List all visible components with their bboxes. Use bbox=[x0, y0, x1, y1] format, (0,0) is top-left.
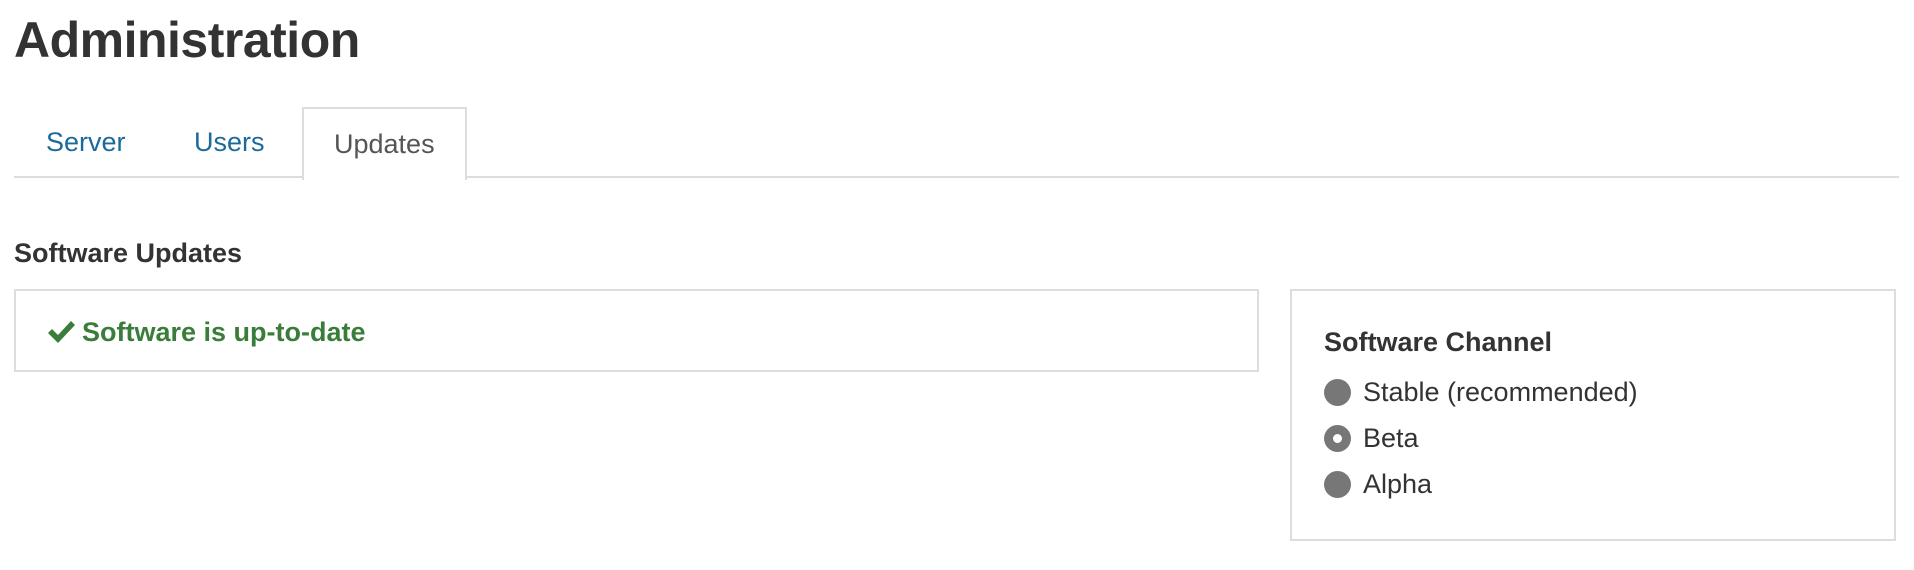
radio-beta[interactable] bbox=[1324, 424, 1351, 452]
channel-option-stable[interactable]: Stable (recommended) bbox=[1324, 375, 1638, 409]
update-status-text: Software is up-to-date bbox=[82, 317, 366, 347]
software-channel-heading: Software Channel bbox=[1324, 327, 1553, 357]
channel-option-beta[interactable]: Beta bbox=[1324, 421, 1419, 455]
update-status-panel: Software is up-to-date bbox=[14, 289, 1259, 372]
channel-option-alpha[interactable]: Alpha bbox=[1324, 467, 1432, 501]
tab-server[interactable]: Server bbox=[46, 107, 126, 178]
tab-updates[interactable]: Updates bbox=[302, 107, 467, 180]
channel-option-label: Alpha bbox=[1363, 469, 1433, 499]
tab-bar: Server Users Updates bbox=[14, 107, 1899, 180]
radio-stable[interactable] bbox=[1324, 378, 1351, 406]
check-icon bbox=[48, 321, 75, 343]
update-status: Software is up-to-date bbox=[46, 315, 366, 349]
software-updates-heading: Software Updates bbox=[14, 238, 243, 268]
channel-option-label: Beta bbox=[1363, 423, 1419, 453]
channel-option-label: Stable (recommended) bbox=[1363, 377, 1638, 407]
tab-users[interactable]: Users bbox=[194, 107, 265, 178]
software-channel-panel: Software Channel Stable (recommended) Be… bbox=[1290, 289, 1896, 541]
page-title: Administration bbox=[14, 12, 360, 68]
radio-alpha[interactable] bbox=[1324, 470, 1351, 498]
